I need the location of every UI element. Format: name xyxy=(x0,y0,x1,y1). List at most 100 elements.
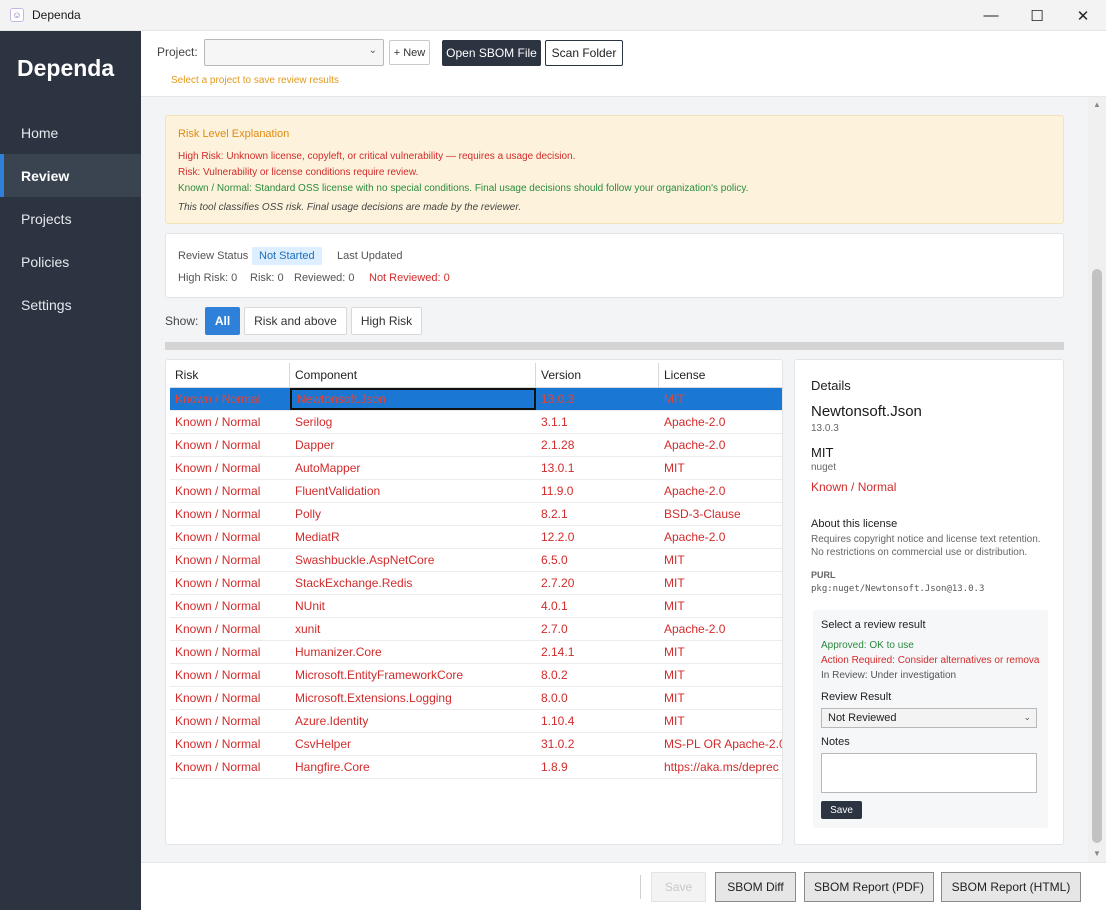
notes-label: Notes xyxy=(821,736,850,748)
risk-cell: Known / Normal xyxy=(175,760,261,774)
save-review-button[interactable]: Save xyxy=(821,801,862,819)
risk-cell: Known / Normal xyxy=(175,461,261,475)
version-cell: 8.2.1 xyxy=(541,507,568,521)
license-cell: Apache-2.0 xyxy=(664,438,726,452)
risk-cell: Known / Normal xyxy=(175,415,261,429)
progress-bar xyxy=(165,342,1064,350)
component-cell: Polly xyxy=(295,507,322,521)
risk-cell: Known / Normal xyxy=(175,714,261,728)
column-header-component[interactable]: Component xyxy=(290,363,536,387)
purl-value: pkg:nuget/Newtonsoft.Json@13.0.3 xyxy=(811,584,985,594)
notes-input[interactable] xyxy=(821,753,1037,793)
license-about-title: About this license xyxy=(811,518,898,530)
risk-explanation-high: High Risk: Unknown license, copyleft, or… xyxy=(178,151,576,162)
version-cell: 2.7.20 xyxy=(541,576,575,590)
table-row[interactable]: Known / Normal xunit 2.7.0 Apache-2.0 xyxy=(170,618,782,641)
purl-title: PURL xyxy=(811,570,836,580)
table-row[interactable]: Known / Normal Hangfire.Core 1.8.9 https://… xyxy=(170,756,782,779)
sidebar: Dependa Home Review Projects Policies Se… xyxy=(0,31,141,910)
high-risk-count: High Risk: 0 xyxy=(178,272,238,284)
scrollbar-thumb[interactable] xyxy=(1092,269,1102,843)
column-header-version[interactable]: Version xyxy=(536,363,659,387)
save-button[interactable]: Save xyxy=(651,872,706,902)
app-window: ☺ Dependa — ☐ ✕ Dependa Home Review Proj… xyxy=(0,0,1106,910)
scroll-down-icon[interactable]: ▼ xyxy=(1093,849,1101,858)
table-row[interactable]: Known / Normal Microsoft.EntityFrameworkC… xyxy=(170,664,782,687)
table-header: Risk Component Version License xyxy=(170,363,782,388)
table-row[interactable]: Known / Normal NUnit 4.0.1 MIT xyxy=(170,595,782,618)
table-row[interactable]: Known / Normal Dapper 2.1.28 Apache-2.0 xyxy=(170,434,782,457)
version-cell: 3.1.1 xyxy=(541,415,568,429)
table-row[interactable]: Known / Normal Azure.Identity 1.10.4 MIT xyxy=(170,710,782,733)
table-row[interactable]: Known / Normal Serilog 3.1.1 Apache-2.0 xyxy=(170,411,782,434)
divider xyxy=(640,875,641,899)
review-result-select[interactable]: Not Reviewed ⌄ xyxy=(821,708,1037,728)
table-body: Known / Normal Newtonsoft.Json 13.0.3 MIT Kn… xyxy=(170,388,782,779)
risk-cell: Known / Normal xyxy=(175,438,261,452)
open-sbom-button[interactable]: Open SBOM File xyxy=(442,40,541,66)
status-badge: Not Started xyxy=(252,247,322,265)
risk-cell: Known / Normal xyxy=(175,507,261,521)
chevron-down-icon: ⌄ xyxy=(368,45,377,56)
details-panel: Details Newtonsoft.Json 13.0.3 MIT nuget… xyxy=(794,359,1064,845)
license-cell: BSD-3-Clause xyxy=(664,507,741,521)
version-cell: 13.0.3 xyxy=(541,392,575,406)
last-updated-label: Last Updated xyxy=(337,250,403,262)
table-row[interactable]: Known / Normal AutoMapper 13.0.1 MIT xyxy=(170,457,782,480)
table-row[interactable]: Known / Normal MediatR 12.2.0 Apache-2.0 xyxy=(170,526,782,549)
scan-folder-button[interactable]: Scan Folder xyxy=(545,40,623,66)
sidebar-item-projects[interactable]: Projects xyxy=(0,197,141,240)
table-row[interactable]: Known / Normal Microsoft.Extensions.Loggi… xyxy=(170,687,782,710)
version-cell: 8.0.2 xyxy=(541,668,568,682)
license-cell: MIT xyxy=(664,461,685,475)
sbom-report-html-button[interactable]: SBOM Report (HTML) xyxy=(941,872,1081,902)
license-cell: MIT xyxy=(664,668,685,682)
details-version: 13.0.3 xyxy=(811,423,839,434)
details-ecosystem: nuget xyxy=(811,462,837,473)
sbom-report-pdf-button[interactable]: SBOM Report (PDF) xyxy=(804,872,934,902)
table-row[interactable]: Known / Normal Newtonsoft.Json 13.0.3 MIT xyxy=(170,388,782,411)
license-cell: Apache-2.0 xyxy=(664,484,726,498)
version-cell: 4.0.1 xyxy=(541,599,568,613)
filter-all-button[interactable]: All xyxy=(205,307,240,335)
scroll-up-icon[interactable]: ▲ xyxy=(1093,100,1101,109)
version-cell: 2.14.1 xyxy=(541,645,575,659)
table-row[interactable]: Known / Normal Humanizer.Core 2.14.1 MIT xyxy=(170,641,782,664)
sidebar-item-policies[interactable]: Policies xyxy=(0,240,141,283)
license-cell: Apache-2.0 xyxy=(664,530,726,544)
review-option-action-required: Action Required: Consider alternatives o… xyxy=(821,655,1040,666)
title-bar: ☺ Dependa — ☐ ✕ xyxy=(0,0,1106,31)
version-cell: 11.9.0 xyxy=(541,484,574,498)
column-header-risk[interactable]: Risk xyxy=(170,363,290,387)
project-select[interactable]: ⌄ xyxy=(204,39,384,66)
table-row[interactable]: Known / Normal Swashbuckle.AspNetCore 6.5.… xyxy=(170,549,782,572)
license-cell: MIT xyxy=(664,691,685,705)
app-icon: ☺ xyxy=(10,8,24,22)
minimize-icon[interactable]: — xyxy=(968,0,1014,31)
sidebar-item-settings[interactable]: Settings xyxy=(0,283,141,326)
column-header-license[interactable]: License xyxy=(659,363,782,387)
new-project-button[interactable]: + New xyxy=(389,40,430,65)
table-row[interactable]: Known / Normal FluentValidation 11.9.0 Apac… xyxy=(170,480,782,503)
details-component-name: Newtonsoft.Json xyxy=(811,403,922,420)
table-row[interactable]: Known / Normal CsvHelper 31.0.2 MS-PL OR Ap… xyxy=(170,733,782,756)
version-cell: 12.2.0 xyxy=(541,530,575,544)
sidebar-item-review[interactable]: Review xyxy=(0,154,141,197)
review-option-in-review: In Review: Under investigation xyxy=(821,670,957,681)
close-icon[interactable]: ✕ xyxy=(1060,0,1106,31)
component-cell: xunit xyxy=(295,622,321,636)
license-about-line1: Requires copyright notice and license te… xyxy=(811,534,1041,545)
risk-explanation-title: Risk Level Explanation xyxy=(178,128,290,140)
risk-explanation-note: This tool classifies OSS risk. Final usa… xyxy=(178,202,522,213)
component-cell: Hangfire.Core xyxy=(295,760,370,774)
sbom-diff-button[interactable]: SBOM Diff xyxy=(715,872,796,902)
table-row[interactable]: Known / Normal StackExchange.Redis 2.7.20 M… xyxy=(170,572,782,595)
sidebar-item-home[interactable]: Home xyxy=(0,111,141,154)
content-scrollbar[interactable]: ▲ ▼ xyxy=(1088,97,1106,862)
filter-risk-above-button[interactable]: Risk and above xyxy=(244,307,347,335)
maximize-icon[interactable]: ☐ xyxy=(1014,0,1060,31)
filter-high-risk-button[interactable]: High Risk xyxy=(351,307,422,335)
table-row[interactable]: Known / Normal Polly 8.2.1 BSD-3-Clause xyxy=(170,503,782,526)
risk-cell: Known / Normal xyxy=(175,737,261,751)
component-cell: Newtonsoft.Json xyxy=(290,388,536,410)
